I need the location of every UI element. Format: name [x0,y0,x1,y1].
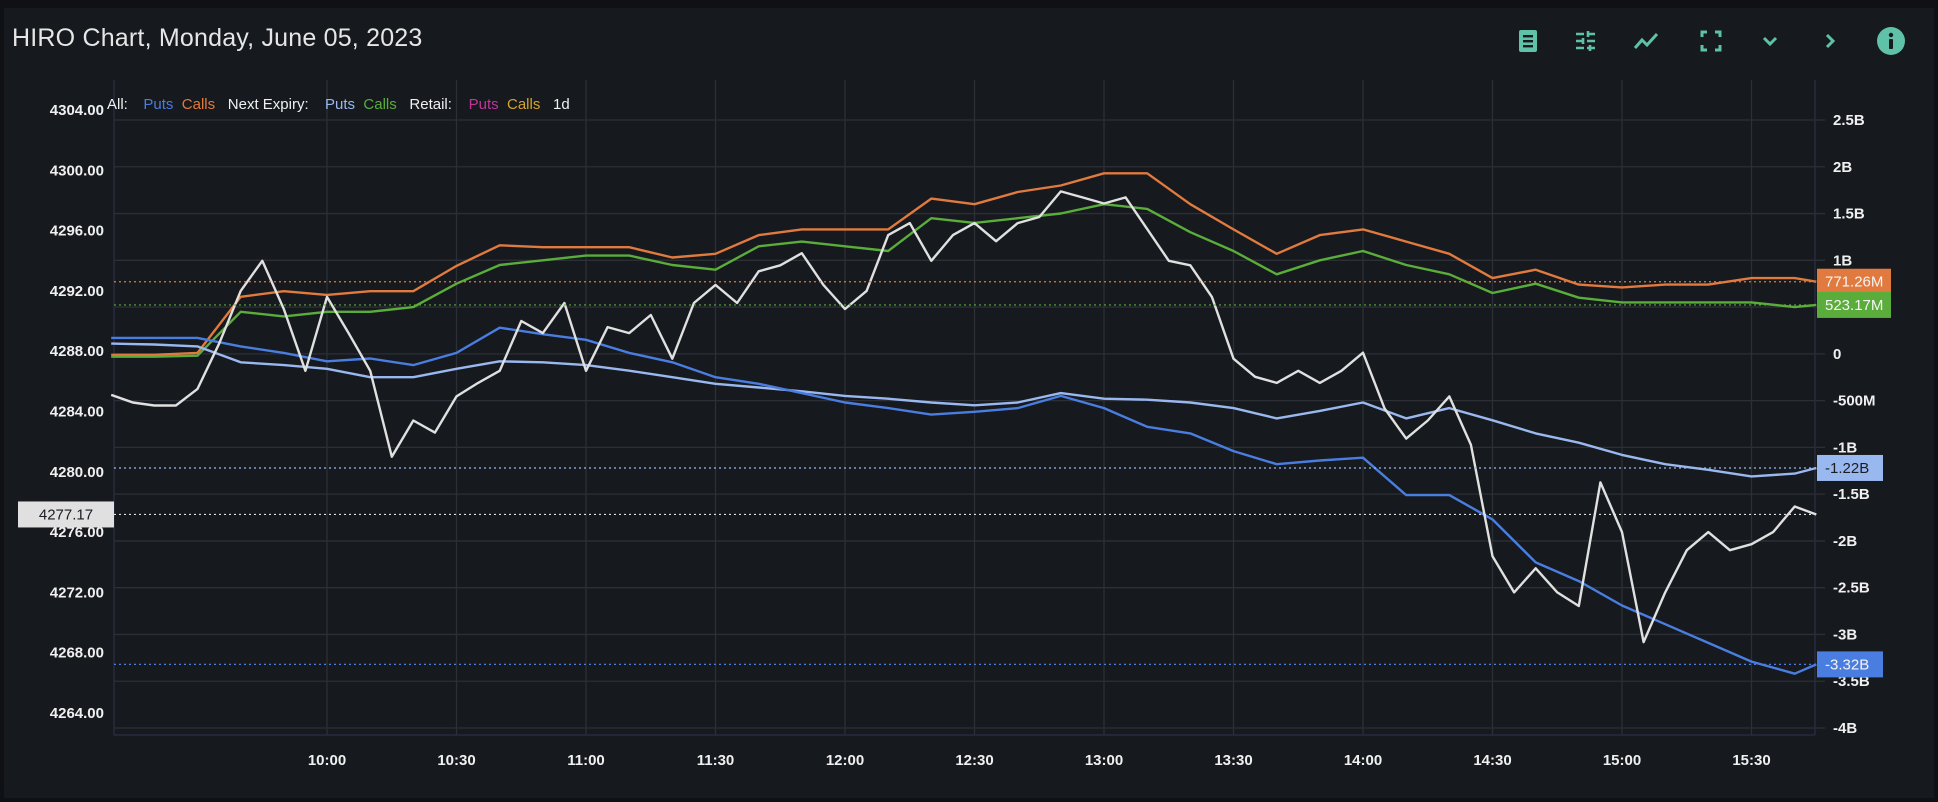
x-axis-tick-label: 14:00 [1344,752,1382,769]
right-axis-tick-label: -3B [1833,626,1857,643]
right-axis-tick-label: -1.5B [1833,486,1870,503]
legend-group-label: Retail: [409,96,452,113]
x-axis-tick-label: 11:30 [697,752,735,769]
price-last-value-label: 4277.17 [39,506,93,523]
price-line[interactable] [110,190,1817,644]
legend-period[interactable]: 1d [553,96,570,113]
x-axis-tick-label: 12:30 [955,752,993,769]
right-axis-tick-label: -4B [1833,720,1857,737]
legend-item-retail-calls[interactable]: Calls [507,96,540,113]
right-axis-tick-label: 1B [1833,252,1852,269]
left-axis-tick-label: 4268.00 [50,645,104,662]
left-axis-tick-label: 4304.00 [50,102,104,119]
last-value-label: -1.22B [1825,460,1869,477]
legend-item-retail-puts[interactable]: Puts [469,96,499,113]
x-axis-tick-label: 13:30 [1214,752,1252,769]
series-line-all-puts[interactable] [111,326,1817,675]
left-axis-tick-label: 4264.00 [50,705,104,722]
legend-group-label: Next Expiry: [228,96,309,113]
x-axis-tick-label: 10:00 [308,752,346,769]
legend-item-all-calls[interactable]: Calls [182,96,215,113]
left-axis-tick-label: 4296.00 [50,223,104,240]
x-axis-tick-label: 11:00 [567,752,605,769]
left-axis-tick-label: 4292.00 [50,283,104,300]
left-axis-tick-label: 4288.00 [50,343,104,360]
last-value-label: 771.26M [1825,274,1883,291]
legend-group-label: All: [107,96,128,113]
x-axis-tick-label: 15:30 [1732,752,1770,769]
right-axis-tick-label: 2B [1833,159,1852,176]
x-axis-tick-label: 15:00 [1603,752,1641,769]
legend-item-next-calls[interactable]: Calls [363,96,396,113]
last-value-label: 523.17M [1825,297,1883,314]
left-axis-tick-label: 4284.00 [50,404,104,421]
right-axis-tick-label: -500M [1833,393,1876,410]
series-line-all-calls[interactable] [111,172,1817,356]
right-axis-tick-label: -1B [1833,439,1857,456]
series-line-next-expiry-calls[interactable] [111,202,1817,358]
legend-item-all-puts[interactable]: Puts [143,96,173,113]
legend-item-next-puts[interactable]: Puts [325,96,355,113]
right-axis-tick-label: -2.5B [1833,580,1870,597]
right-axis-tick-label: 0 [1833,346,1841,363]
last-value-label: -3.32B [1825,656,1869,673]
x-axis-tick-label: 10:30 [437,752,475,769]
left-axis-tick-label: 4272.00 [50,584,104,601]
left-axis-tick-label: 4280.00 [50,464,104,481]
left-axis-tick-label: 4300.00 [50,162,104,179]
x-axis-tick-label: 12:00 [826,752,864,769]
x-axis-tick-label: 14:30 [1473,752,1511,769]
right-axis-tick-label: 2.5B [1833,112,1865,129]
right-axis-tick-label: 1.5B [1833,206,1865,223]
hiro-chart[interactable]: 2.5B 2B 1.5B 1B 0 -500M -1B -1.5B -2B -2.5B -3B -3.… [0,0,1938,802]
x-axis-tick-label: 13:00 [1085,752,1123,769]
right-axis-tick-label: -2B [1833,533,1857,550]
